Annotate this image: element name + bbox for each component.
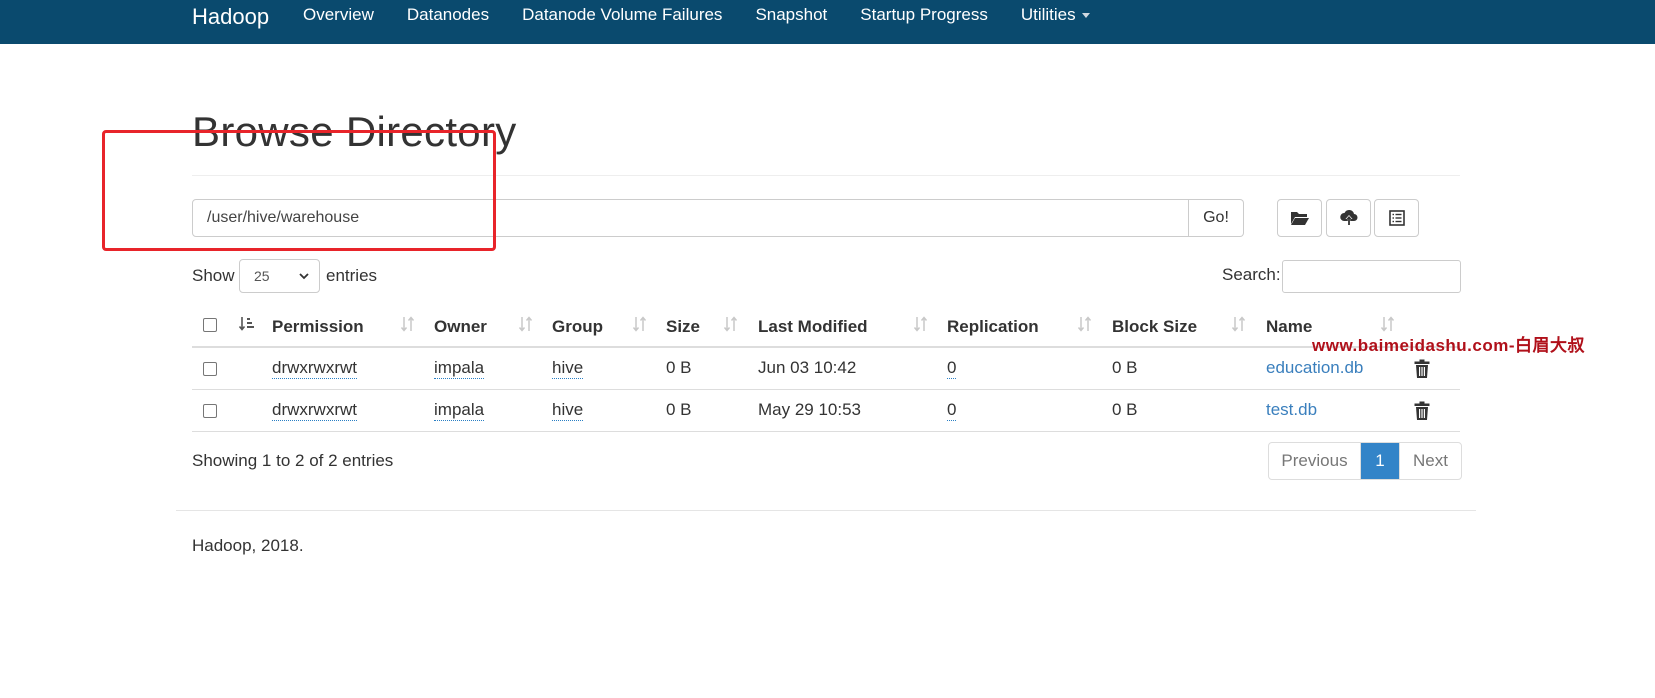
permission-value[interactable]: drwxrwxrwt	[272, 358, 357, 379]
create-directory-button[interactable]	[1277, 199, 1322, 237]
select-all-checkbox[interactable]	[203, 318, 217, 332]
column-header-owner[interactable]: Owner	[434, 317, 487, 337]
pagination: Previous 1 Next	[1268, 442, 1462, 480]
sort-both-icon[interactable]	[1231, 315, 1247, 333]
owner-cell[interactable]: impala	[434, 400, 485, 421]
row-checkbox[interactable]	[203, 404, 217, 418]
nav-utilities-dropdown[interactable]: Utilities	[1021, 0, 1090, 44]
replication-cell[interactable]: 0	[947, 400, 957, 421]
nav-snapshot[interactable]: Snapshot	[755, 0, 827, 44]
owner-value[interactable]: impala	[434, 400, 485, 421]
table-header: Permission Owner Group Size Last Modifie…	[192, 306, 1460, 348]
size-value: 0 B	[666, 400, 692, 419]
last-modified-value: May 29 10:53	[758, 400, 862, 419]
caret-down-icon	[1081, 13, 1090, 19]
nav-utilities-label: Utilities	[1020, 5, 1076, 24]
column-header-block-size[interactable]: Block Size	[1112, 317, 1197, 337]
replication-cell[interactable]: 0	[947, 358, 957, 379]
block-size-value: 0 B	[1112, 400, 1138, 419]
permission-value[interactable]: drwxrwxrwt	[272, 400, 357, 421]
chevron-down-icon	[299, 273, 309, 280]
table-row: drwxrwxrwt impala hive 0 B May 29 10:53 …	[192, 390, 1460, 432]
entries-per-page-select[interactable]: 25	[239, 259, 320, 293]
row-checkbox[interactable]	[203, 362, 217, 376]
table-info: Showing 1 to 2 of 2 entries	[192, 451, 394, 470]
pagination-page-1[interactable]: 1	[1361, 443, 1399, 479]
column-header-replication[interactable]: Replication	[947, 317, 1039, 337]
nav-menu: Overview Datanodes Datanode Volume Failu…	[303, 0, 1123, 44]
list-icon	[1388, 210, 1405, 226]
table-row: drwxrwxrwt impala hive 0 B Jun 03 10:42 …	[192, 348, 1460, 390]
search-input[interactable]	[1282, 260, 1461, 293]
watermark-text: www.baimeidashu.com-白眉大叔	[1312, 336, 1586, 355]
file-name-link[interactable]: test.db	[1266, 400, 1317, 420]
sort-both-icon[interactable]	[723, 315, 739, 333]
column-header-permission[interactable]: Permission	[272, 317, 364, 337]
file-name-link[interactable]: education.db	[1266, 358, 1363, 378]
permission-cell[interactable]: drwxrwxrwt	[272, 400, 357, 421]
view-list-button[interactable]	[1374, 199, 1419, 237]
sort-both-icon[interactable]	[518, 315, 534, 333]
group-cell[interactable]: hive	[552, 400, 584, 421]
column-header-group[interactable]: Group	[552, 317, 603, 337]
column-header-last-modified[interactable]: Last Modified	[758, 317, 868, 337]
footer-text: Hadoop, 2018.	[192, 536, 304, 555]
group-value[interactable]: hive	[552, 358, 584, 379]
nav-datanode-volume-failures[interactable]: Datanode Volume Failures	[522, 0, 722, 44]
footer-divider	[176, 510, 1476, 511]
nav-overview[interactable]: Overview	[303, 0, 374, 44]
replication-value[interactable]: 0	[947, 358, 957, 379]
column-header-size[interactable]: Size	[666, 317, 700, 337]
block-size-value: 0 B	[1112, 358, 1138, 377]
nav-startup-progress[interactable]: Startup Progress	[860, 0, 988, 44]
group-cell[interactable]: hive	[552, 358, 584, 379]
upload-cloud-icon	[1339, 209, 1357, 225]
nav-datanodes[interactable]: Datanodes	[407, 0, 489, 44]
column-header-name[interactable]: Name	[1266, 317, 1312, 337]
sort-both-icon[interactable]	[400, 315, 416, 333]
owner-cell[interactable]: impala	[434, 358, 485, 379]
permission-cell[interactable]: drwxrwxrwt	[272, 358, 357, 379]
last-modified-value: Jun 03 10:42	[758, 358, 857, 377]
group-value[interactable]: hive	[552, 400, 584, 421]
go-button[interactable]: Go!	[1189, 199, 1244, 237]
pagination-previous[interactable]: Previous	[1269, 443, 1361, 479]
entries-suffix-label: entries	[326, 266, 378, 285]
top-navbar: Hadoop Overview Datanodes Datanode Volum…	[0, 0, 1655, 44]
size-value: 0 B	[666, 358, 692, 377]
owner-value[interactable]: impala	[434, 358, 485, 379]
sort-both-icon[interactable]	[913, 315, 929, 333]
folder-open-icon	[1290, 212, 1309, 225]
search-label: Search:	[1222, 265, 1281, 284]
trash-icon[interactable]	[1414, 359, 1430, 378]
upload-files-button[interactable]	[1326, 199, 1371, 237]
sort-both-icon[interactable]	[1077, 315, 1093, 333]
brand-link[interactable]: Hadoop	[192, 4, 269, 30]
trash-icon[interactable]	[1414, 401, 1430, 420]
highlight-annotation-box	[102, 130, 496, 251]
replication-value[interactable]: 0	[947, 400, 957, 421]
show-label: Show	[192, 266, 235, 285]
pagination-next[interactable]: Next	[1399, 443, 1461, 479]
sort-both-icon[interactable]	[632, 315, 648, 333]
entries-selected-value: 25	[254, 268, 270, 284]
sort-asc-icon[interactable]	[238, 315, 256, 333]
